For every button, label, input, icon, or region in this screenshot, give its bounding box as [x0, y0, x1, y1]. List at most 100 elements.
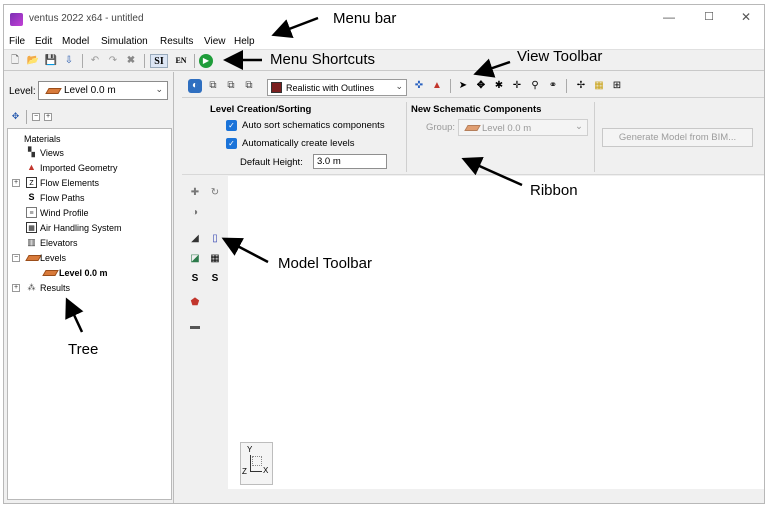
application-window: ventus 2022 x64 - untitled — ☐ ✕ File Ed…: [3, 4, 765, 504]
chevron-down-icon: ⌄: [155, 84, 163, 94]
axis-x-label: X: [263, 466, 269, 475]
open-folder-icon[interactable]: 📂: [26, 54, 40, 68]
orbit-icon[interactable]: ✥: [474, 79, 488, 93]
axis-y-label: Y: [247, 445, 253, 454]
tree-item-level-0[interactable]: Level 0.0 m: [59, 268, 108, 278]
wind-profile-icon: ≡: [26, 207, 37, 218]
new-file-icon[interactable]: 🗋: [8, 54, 22, 68]
new-schematic-heading: New Schematic Components: [411, 104, 542, 115]
maximize-button[interactable]: ☐: [694, 10, 724, 28]
select-pointer-icon[interactable]: ➤: [456, 79, 470, 93]
level-dropdown-value: Level 0.0 m: [64, 85, 116, 96]
tree-item-imported-geometry[interactable]: Imported Geometry: [40, 163, 118, 173]
delete-icon[interactable]: ✖: [124, 54, 138, 68]
tree-item-levels[interactable]: Levels: [40, 253, 66, 263]
walk-icon[interactable]: ✱: [492, 79, 506, 93]
axis-z-label: Z: [242, 467, 247, 476]
expand-results-icon[interactable]: +: [12, 284, 20, 292]
elevators-icon: ▥: [27, 237, 36, 247]
tree-item-results[interactable]: Results: [40, 283, 70, 293]
add-node-icon[interactable]: ✚: [188, 186, 202, 200]
zoom-extents-icon[interactable]: ⚭: [546, 79, 560, 93]
tree-item-materials[interactable]: Materials: [24, 134, 61, 144]
grid-settings-icon[interactable]: ⊞: [610, 79, 624, 93]
collapse-all-icon[interactable]: −: [32, 113, 40, 121]
annotation-model-toolbar: Model Toolbar: [278, 255, 372, 272]
expand-flow-elements-icon[interactable]: +: [12, 179, 20, 187]
default-height-input[interactable]: 3.0 m: [313, 154, 387, 169]
collapse-levels-icon[interactable]: −: [12, 254, 20, 262]
menu-view[interactable]: View: [204, 36, 226, 47]
import-icon[interactable]: ⇩: [62, 54, 76, 68]
default-height-label: Default Height:: [240, 157, 303, 168]
render-mode-icon: [271, 82, 282, 93]
pair-icon[interactable]: ◑: [188, 206, 202, 220]
auto-sort-label: Auto sort schematics components: [242, 120, 385, 131]
grid-icon[interactable]: ▦: [592, 79, 606, 93]
rotate-icon[interactable]: ↻: [208, 186, 222, 200]
menu-results[interactable]: Results: [160, 36, 193, 47]
close-button[interactable]: ✕: [731, 10, 761, 28]
run-simulation-icon[interactable]: ▶: [199, 54, 213, 68]
wall-icon[interactable]: ▯: [208, 232, 222, 246]
zoom-icon[interactable]: ⚲: [528, 79, 542, 93]
auto-sort-checkbox[interactable]: ✓: [226, 120, 237, 131]
zone-icon[interactable]: ◢: [188, 232, 202, 246]
path-icon[interactable]: ◪: [188, 252, 202, 266]
copy-view-icon[interactable]: ⧉: [206, 79, 220, 93]
tree-item-air-handling-system[interactable]: Air Handling System: [40, 223, 122, 233]
ribbon: Level Creation/Sorting ✓ Auto sort schem…: [182, 100, 764, 175]
status-area: [228, 489, 764, 503]
tree-item-views[interactable]: Views: [40, 148, 64, 158]
geometry-toggle-icon[interactable]: ▲: [430, 79, 444, 93]
group-label: Group:: [426, 122, 456, 133]
save-icon[interactable]: 💾: [44, 54, 58, 68]
level-icon: [464, 125, 481, 131]
tree-item-flow-elements[interactable]: Flow Elements: [40, 178, 99, 188]
app-logo-icon: [10, 13, 23, 26]
menu-model[interactable]: Model: [62, 36, 89, 47]
ruler-icon[interactable]: ▬: [188, 320, 202, 334]
expand-all-icon[interactable]: +: [44, 113, 52, 121]
auto-create-checkbox[interactable]: ✓: [226, 138, 237, 149]
annotation-menu-shortcuts: Menu Shortcuts: [270, 51, 376, 68]
ahs-icon[interactable]: ▦: [208, 252, 222, 266]
left-panel: Level: Level 0.0 m ⌄ ✥ − + Materials ▚ V…: [4, 72, 174, 503]
source-icon[interactable]: ⬟: [188, 296, 202, 310]
level-item-icon: [42, 270, 59, 276]
duplicate-view-icon[interactable]: ⧉: [242, 79, 256, 93]
render-view-icon[interactable]: ◐: [188, 79, 202, 93]
menu-file[interactable]: File: [9, 36, 25, 47]
model-tree: Materials ▚ Views ▲ Imported Geometry + …: [7, 128, 172, 500]
undo-icon[interactable]: ↶: [88, 54, 102, 68]
tree-item-elevators[interactable]: Elevators: [40, 238, 78, 248]
tree-item-wind-profile[interactable]: Wind Profile: [40, 208, 89, 218]
chevron-down-icon: ⌄: [395, 81, 403, 91]
group-dropdown[interactable]: Level 0.0 m ⌄: [458, 119, 588, 136]
si-units-button[interactable]: SI: [150, 54, 168, 68]
window-title: ventus 2022 x64 - untitled: [29, 13, 144, 24]
locate-icon[interactable]: ✥: [10, 111, 21, 122]
duct-icon[interactable]: S: [208, 272, 222, 286]
en-units-button[interactable]: EN: [172, 54, 190, 68]
camera-orbit-icon[interactable]: ✜: [412, 79, 426, 93]
pan-icon[interactable]: ✛: [510, 79, 524, 93]
level-dropdown[interactable]: Level 0.0 m ⌄: [38, 81, 168, 100]
menu-simulation[interactable]: Simulation: [101, 36, 148, 47]
auto-create-label: Automatically create levels: [242, 138, 355, 149]
flow-paths-icon: S: [28, 192, 35, 202]
snap-icon[interactable]: ✢: [574, 79, 588, 93]
render-mode-dropdown[interactable]: Realistic with Outlines ⌄: [267, 79, 407, 96]
menu-help[interactable]: Help: [234, 36, 255, 47]
tree-item-flow-paths[interactable]: Flow Paths: [40, 193, 85, 203]
level-icon: [45, 88, 62, 94]
flow-path-icon[interactable]: S: [188, 272, 202, 286]
menu-edit[interactable]: Edit: [35, 36, 52, 47]
paste-view-icon[interactable]: ⧉: [224, 79, 238, 93]
annotation-view-toolbar: View Toolbar: [517, 48, 603, 65]
redo-icon[interactable]: ↷: [106, 54, 120, 68]
generate-model-from-bim-button[interactable]: Generate Model from BIM...: [602, 128, 753, 147]
minimize-button[interactable]: —: [654, 10, 684, 28]
menu-shortcuts-toolbar: 🗋 📂 💾 ⇩ ↶ ↷ ✖ SI EN ▶: [4, 51, 764, 71]
model-canvas[interactable]: Y Z X: [228, 176, 764, 489]
